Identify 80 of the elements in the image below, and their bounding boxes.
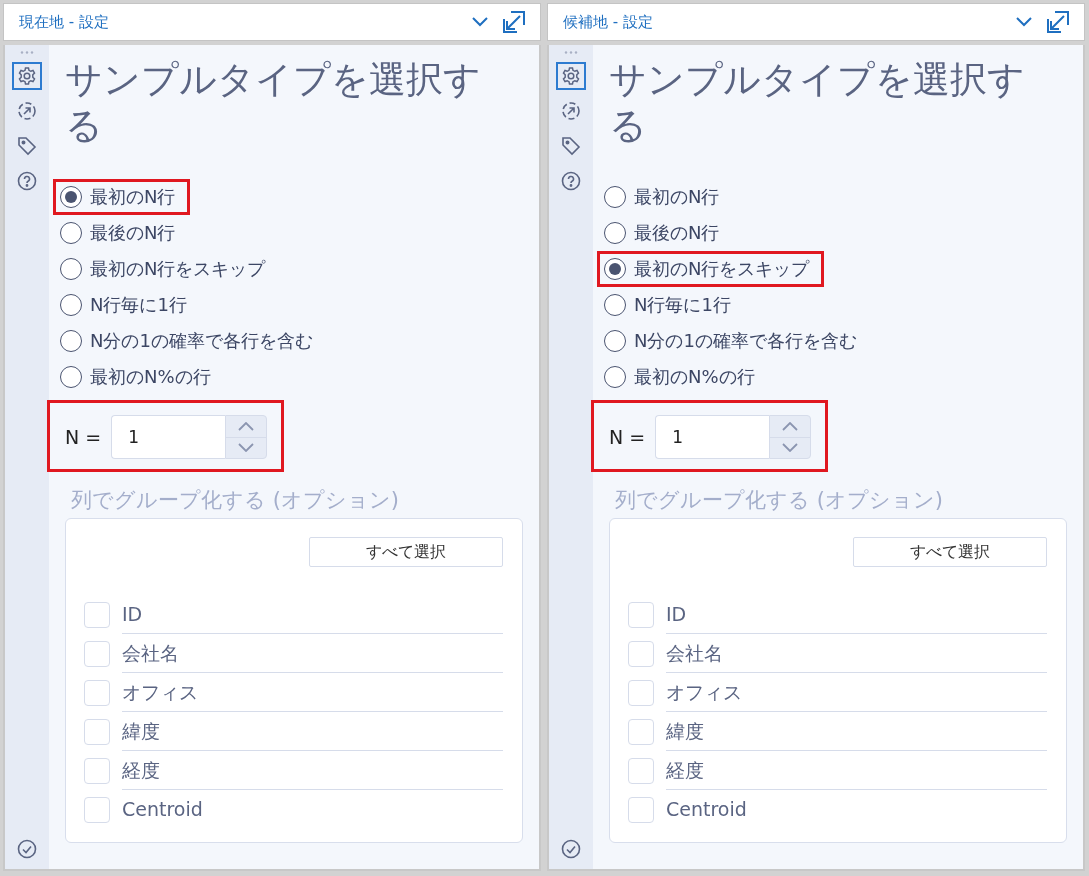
checkbox[interactable] <box>84 679 110 706</box>
radio-button[interactable] <box>604 258 626 280</box>
checkbox[interactable] <box>84 640 110 667</box>
settings-icon <box>561 66 581 86</box>
panel-title: 現在地 - 設定 <box>19 12 110 32</box>
radio-button[interactable] <box>60 222 82 244</box>
option-label[interactable]: 最初のN行をスキップ <box>634 257 810 281</box>
column-label[interactable]: オフィス <box>122 673 503 712</box>
check-circle-icon[interactable] <box>561 839 581 859</box>
section-heading: サンプルタイプを選択する <box>609 57 1026 149</box>
tag-icon <box>17 136 37 156</box>
checkbox[interactable] <box>628 640 654 667</box>
option-label[interactable]: 最初のN行をスキップ <box>90 257 266 281</box>
tool-tab[interactable] <box>12 62 42 90</box>
radio-button[interactable] <box>604 222 626 244</box>
radio-button[interactable] <box>60 366 82 388</box>
chevron-up-icon <box>238 421 255 431</box>
undock-icon[interactable] <box>1046 10 1070 34</box>
column-label[interactable]: オフィス <box>666 673 1047 712</box>
checkbox[interactable] <box>628 718 654 745</box>
option-label[interactable]: 最初のN行 <box>634 185 720 209</box>
chevron-up-icon <box>782 421 799 431</box>
undock-icon[interactable] <box>502 10 526 34</box>
n-label: N = <box>65 426 102 448</box>
column-label[interactable]: 緯度 <box>122 712 503 751</box>
radio-button[interactable] <box>60 294 82 316</box>
checkbox[interactable] <box>628 601 654 628</box>
column-label[interactable]: Centroid <box>666 790 1047 829</box>
option-label[interactable]: 最後のN行 <box>90 221 176 245</box>
column-label[interactable]: ID <box>122 595 503 634</box>
n-label: N = <box>609 426 646 448</box>
option-label[interactable]: 最後のN行 <box>634 221 720 245</box>
option-label[interactable]: 最初のN%の行 <box>90 365 211 389</box>
chevron-down-icon <box>782 443 799 453</box>
column-label[interactable]: 緯度 <box>666 712 1047 751</box>
grip-icon[interactable] <box>564 51 578 54</box>
help-icon <box>561 171 581 191</box>
group-by-title: 列でグループ化する (オプション) <box>614 487 945 514</box>
checkbox[interactable] <box>84 718 110 745</box>
option-label[interactable]: 最初のN%の行 <box>634 365 755 389</box>
option-label[interactable]: N分の1の確率で各行を含む <box>634 329 857 353</box>
checkbox[interactable] <box>84 796 110 823</box>
select-all-button[interactable]: すべて選択 <box>853 537 1047 567</box>
chevron-down-icon[interactable] <box>472 17 488 27</box>
check-circle-icon[interactable] <box>17 839 37 859</box>
group-by-title: 列でグループ化する (オプション) <box>70 487 401 514</box>
radio-button[interactable] <box>60 258 82 280</box>
help-icon <box>17 171 37 191</box>
option-label[interactable]: N行毎に1行 <box>634 293 731 317</box>
column-label[interactable]: 経度 <box>122 751 503 790</box>
panel-title: 候補地 - 設定 <box>563 12 654 32</box>
radio-button[interactable] <box>604 330 626 352</box>
radio-button[interactable] <box>604 294 626 316</box>
tag-icon <box>561 136 581 156</box>
grip-icon[interactable] <box>20 51 34 54</box>
column-label[interactable]: ID <box>666 595 1047 634</box>
checkbox[interactable] <box>84 757 110 784</box>
option-label[interactable]: N分の1の確率で各行を含む <box>90 329 313 353</box>
number-field[interactable]: 1 <box>655 415 770 459</box>
chevron-down-icon <box>238 443 255 453</box>
radio-button[interactable] <box>604 186 626 208</box>
checkbox[interactable] <box>84 601 110 628</box>
radio-button[interactable] <box>60 330 82 352</box>
section-heading: サンプルタイプを選択する <box>65 57 482 149</box>
column-label[interactable]: 会社名 <box>122 634 503 673</box>
chevron-down-icon[interactable] <box>1016 17 1032 27</box>
checkbox[interactable] <box>628 757 654 784</box>
number-field[interactable]: 1 <box>111 415 226 459</box>
checkbox[interactable] <box>628 679 654 706</box>
column-label[interactable]: 経度 <box>666 751 1047 790</box>
column-label[interactable]: Centroid <box>122 790 503 829</box>
tool-tab[interactable] <box>556 62 586 90</box>
radio-button[interactable] <box>604 366 626 388</box>
settings-icon <box>17 66 37 86</box>
radio-button[interactable] <box>60 186 82 208</box>
column-label[interactable]: 会社名 <box>666 634 1047 673</box>
select-all-button[interactable]: すべて選択 <box>309 537 503 567</box>
option-label[interactable]: 最初のN行 <box>90 185 176 209</box>
checkbox[interactable] <box>628 796 654 823</box>
option-label[interactable]: N行毎に1行 <box>90 293 187 317</box>
